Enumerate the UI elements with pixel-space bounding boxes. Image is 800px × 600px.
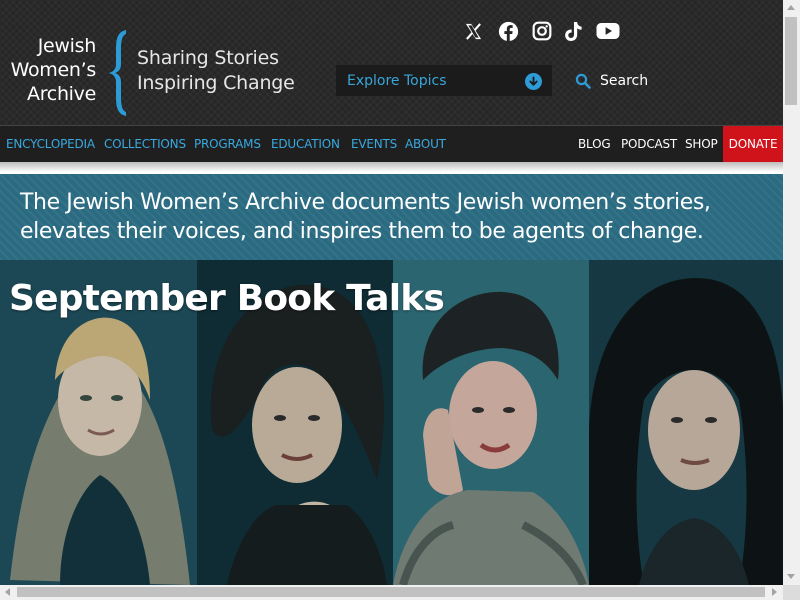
nav-about[interactable]: ABOUT <box>405 137 446 151</box>
mission-banner: The Jewish Women’s Archive documents Jew… <box>0 174 783 260</box>
site-logo[interactable]: Jewish Women’s Archive <box>0 34 97 106</box>
nav-education[interactable]: EDUCATION <box>271 137 340 151</box>
tagline-line-1: Sharing Stories <box>137 47 279 69</box>
author-photo-4 <box>589 260 783 585</box>
x-icon[interactable] <box>462 18 484 44</box>
nav-programs[interactable]: PROGRAMS <box>194 137 261 151</box>
nav-podcast[interactable]: PODCAST <box>621 137 677 151</box>
main-nav: ENCYCLOPEDIA COLLECTIONS PROGRAMS EDUCAT… <box>0 125 783 162</box>
scroll-left-icon[interactable] <box>5 588 10 596</box>
scroll-down-icon[interactable] <box>787 574 795 579</box>
logo-line-2: Women’s <box>10 59 97 81</box>
scroll-up-icon[interactable] <box>787 5 795 10</box>
tiktok-icon[interactable] <box>563 18 583 44</box>
horizontal-scrollbar[interactable] <box>0 585 783 600</box>
logo-line-1: Jewish <box>37 35 97 57</box>
scrollbar-corner <box>783 585 800 600</box>
nav-events[interactable]: EVENTS <box>351 137 397 151</box>
scroll-right-icon[interactable] <box>772 588 777 596</box>
mission-statement: The Jewish Women’s Archive documents Jew… <box>20 190 711 244</box>
nav-collections[interactable]: COLLECTIONS <box>104 137 186 151</box>
horizontal-scroll-thumb[interactable] <box>17 587 765 597</box>
donate-button[interactable]: DONATE <box>723 126 783 162</box>
explore-topics-label: Explore Topics <box>347 73 447 89</box>
explore-topics-dropdown[interactable]: Explore Topics <box>336 65 552 96</box>
search-button[interactable]: Search <box>575 71 648 91</box>
logo-brace-icon <box>107 30 126 116</box>
nav-blog[interactable]: BLOG <box>578 137 611 151</box>
nav-encyclopedia[interactable]: ENCYCLOPEDIA <box>6 137 95 151</box>
youtube-icon[interactable] <box>596 18 620 44</box>
vertical-scrollbar[interactable] <box>783 0 800 585</box>
hero-title: September Book Talks <box>9 278 445 319</box>
instagram-icon[interactable] <box>531 18 553 44</box>
search-icon <box>575 73 591 89</box>
search-label: Search <box>600 73 649 89</box>
tagline-line-2: Inspiring Change <box>137 72 295 94</box>
nav-shop[interactable]: SHOP <box>685 137 718 151</box>
arrow-down-icon[interactable] <box>525 73 542 90</box>
facebook-icon[interactable] <box>497 18 519 44</box>
logo-line-3: Archive <box>27 83 96 105</box>
site-tagline: Sharing Stories Inspiring Change <box>137 46 295 96</box>
site-header: Jewish Women’s Archive Sharing Stories I… <box>0 0 783 125</box>
vertical-scroll-thumb[interactable] <box>785 17 797 105</box>
nav-shadow <box>0 162 783 172</box>
